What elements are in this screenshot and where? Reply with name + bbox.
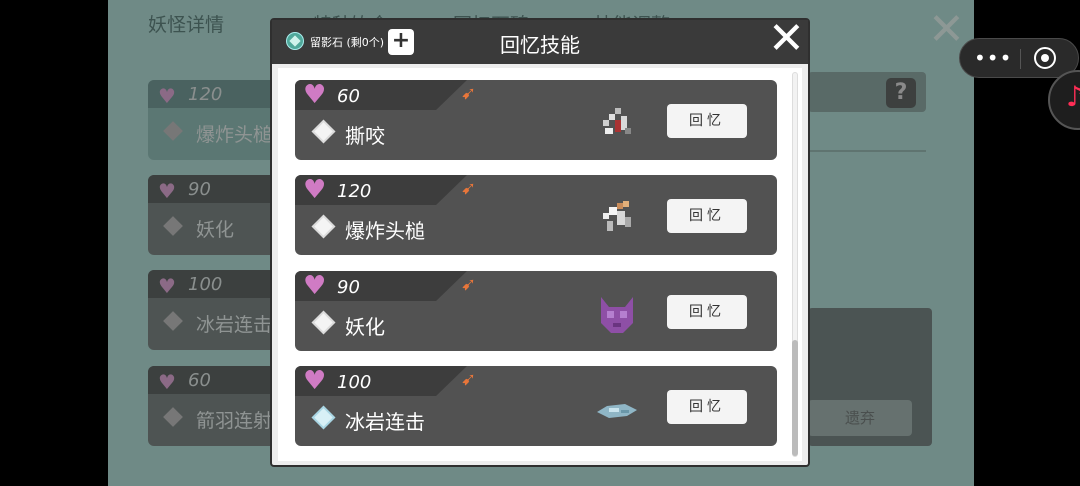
skill-name: 撕咬 — [345, 124, 385, 148]
demonize-mask-icon — [601, 297, 633, 333]
bg-close-icon: ✕ — [928, 4, 965, 55]
skill-card: ♥ 120 ➹ 爆炸头槌 回忆 — [295, 175, 777, 255]
floating-app-icon[interactable] — [1048, 70, 1080, 130]
arrow-icon: ➹ — [461, 274, 477, 295]
help-button: ? — [886, 78, 916, 108]
heart-icon: ♥ — [158, 179, 176, 203]
skill-cost: 60 — [337, 86, 360, 107]
skill-card: ♥ 90 ➹ 妖化 回忆 — [295, 271, 777, 351]
ice-rock-icon — [597, 404, 637, 418]
diamond-icon — [163, 121, 183, 141]
ice-diamond-icon — [314, 408, 333, 427]
recall-button[interactable]: 回忆 — [667, 390, 747, 424]
skill-card: ♥ 60 ➹ 撕咬 回忆 — [295, 80, 777, 160]
scrollbar-thumb[interactable] — [792, 340, 798, 456]
arrow-icon: ➹ — [461, 83, 477, 104]
capsule-divider — [1020, 49, 1021, 69]
mini-program-capsule: ••• — [959, 38, 1079, 78]
heart-icon: ♥ — [303, 366, 327, 396]
recall-button[interactable]: 回忆 — [667, 199, 747, 233]
skill-cost: 120 — [337, 181, 372, 202]
heart-icon: ♥ — [303, 175, 327, 205]
heart-icon: ♥ — [303, 80, 327, 110]
diamond-icon — [314, 313, 333, 332]
recall-skill-modal: 留影石 (剩0个) + 回忆技能 ✕ ♥ 60 ➹ 撕咬 回忆 ♥ 120 ➹ … — [270, 17, 810, 467]
skill-cost: 90 — [337, 277, 360, 298]
more-menu-button[interactable]: ••• — [974, 46, 1012, 70]
diamond-icon — [314, 217, 333, 236]
close-modal-button[interactable]: ✕ — [768, 17, 805, 61]
divider — [808, 150, 926, 152]
feather-icon — [163, 407, 183, 427]
recall-button[interactable]: 回忆 — [667, 295, 747, 329]
skill-card: ♥ 100 ➹ 冰岩连击 回忆 — [295, 366, 777, 446]
explosive-headbutt-icon — [603, 201, 631, 231]
arrow-icon: ➹ — [461, 369, 477, 390]
diamond-icon — [314, 122, 333, 141]
heart-icon: ♥ — [303, 271, 327, 301]
bite-icon — [603, 108, 631, 134]
recall-button[interactable]: 回忆 — [667, 104, 747, 138]
bg-tab-details: 妖怪详情 — [148, 14, 225, 36]
diamond-icon — [163, 311, 183, 331]
skill-name: 妖化 — [345, 315, 385, 339]
diamond-icon — [163, 216, 183, 236]
modal-title: 回忆技能 — [500, 33, 580, 57]
skill-name: 爆炸头槌 — [345, 219, 425, 243]
close-miniprogram-button[interactable] — [1034, 47, 1056, 69]
heart-icon: ♥ — [158, 274, 176, 298]
modal-header: 留影石 (剩0个) + 回忆技能 ✕ — [272, 17, 808, 64]
skill-list[interactable]: ♥ 60 ➹ 撕咬 回忆 ♥ 120 ➹ 爆炸头槌 回忆 ♥ 90 ➹ 妖化 回… — [278, 68, 802, 461]
heart-icon: ♥ — [158, 370, 176, 394]
skill-name: 冰岩连击 — [345, 410, 425, 434]
discard-button: 遗弃 — [808, 400, 912, 436]
arrow-icon: ➹ — [461, 178, 477, 199]
heart-icon: ♥ — [158, 84, 176, 108]
skill-cost: 100 — [337, 372, 372, 393]
